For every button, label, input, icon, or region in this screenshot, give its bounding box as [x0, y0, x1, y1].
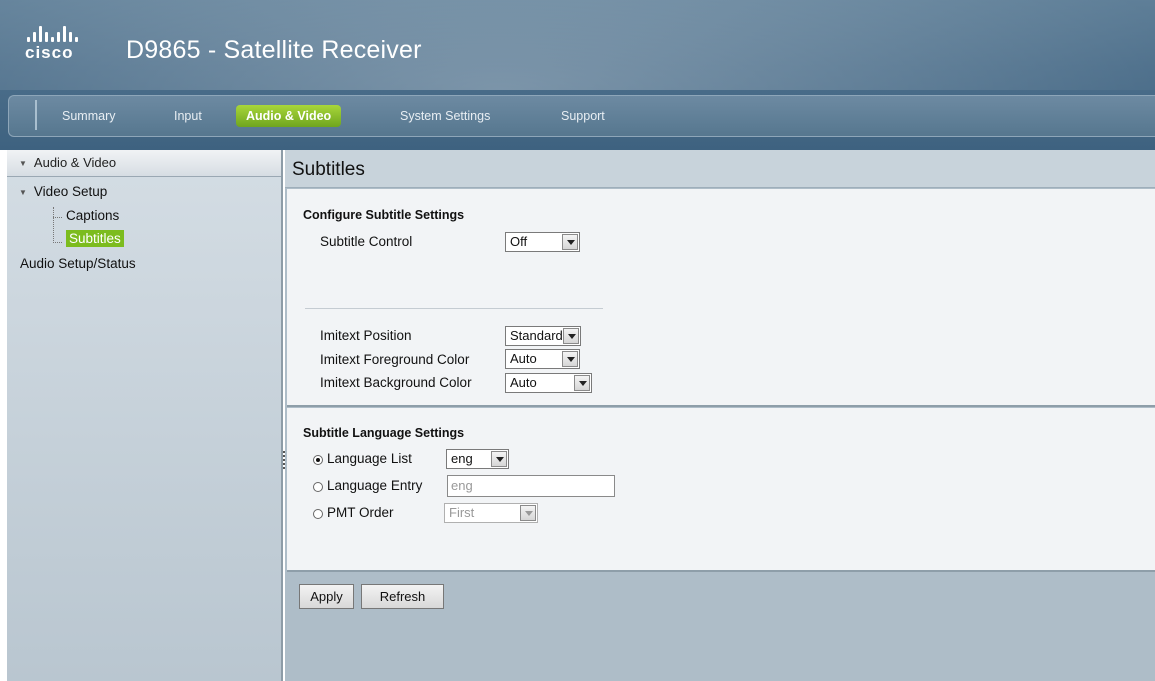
- language-entry-input[interactable]: eng: [447, 475, 615, 497]
- tree-connector: [53, 207, 54, 243]
- refresh-button[interactable]: Refresh: [361, 584, 444, 609]
- imitext-position-select[interactable]: Standard: [505, 326, 581, 346]
- sidebar-item-captions[interactable]: Captions: [66, 208, 119, 223]
- language-entry-radio[interactable]: [313, 482, 323, 492]
- imitext-background-label: Imitext Background Color: [320, 375, 472, 390]
- dropdown-arrow-icon: [563, 328, 579, 344]
- imitext-foreground-label: Imitext Foreground Color: [320, 352, 470, 367]
- pmt-order-radio[interactable]: [313, 509, 323, 519]
- triangle-down-icon: ▼: [19, 159, 27, 168]
- sidebar-item-label: Video Setup: [33, 184, 108, 199]
- sidebar-item-audio-setup[interactable]: Audio Setup/Status: [20, 256, 136, 271]
- sidebar-header-label: Audio & Video: [33, 155, 117, 170]
- pmt-order-label: PMT Order: [327, 505, 394, 520]
- apply-button[interactable]: Apply: [299, 584, 354, 609]
- sidebar-item-subtitles[interactable]: Subtitles: [66, 230, 124, 247]
- select-value: Off: [510, 234, 528, 249]
- configure-heading: Configure Subtitle Settings: [303, 208, 465, 222]
- main-panel: Subtitles Configure Subtitle Settings Su…: [285, 150, 1155, 681]
- language-entry-label: Language Entry: [327, 478, 423, 493]
- page-title: Subtitles: [292, 159, 365, 180]
- triangle-down-icon: ▼: [19, 188, 27, 197]
- language-section: Subtitle Language Settings Language List…: [287, 408, 1155, 572]
- tree-connector: [53, 242, 62, 243]
- page-title-bar: Subtitles: [285, 150, 1155, 188]
- divider: [305, 308, 603, 309]
- select-value: First: [449, 505, 475, 520]
- app-title: D9865 - Satellite Receiver: [126, 36, 422, 64]
- splitter-handle[interactable]: [283, 451, 287, 469]
- app-header: cisco D9865 - Satellite Receiver: [0, 0, 1155, 150]
- configure-section: Configure Subtitle Settings Subtitle Con…: [287, 189, 1155, 407]
- cisco-logo-icon: cisco: [25, 24, 78, 63]
- tab-support[interactable]: Support: [551, 105, 615, 127]
- tab-system-settings[interactable]: System Settings: [390, 105, 500, 127]
- imitext-background-select[interactable]: Auto: [505, 373, 592, 393]
- sidebar-header[interactable]: ▼ Audio & Video: [7, 150, 281, 177]
- select-value: Auto: [510, 351, 537, 366]
- dropdown-arrow-icon: [562, 234, 578, 250]
- select-value: Auto: [510, 375, 537, 390]
- tree-connector: [53, 217, 62, 218]
- subtitle-control-select[interactable]: Off: [505, 232, 580, 252]
- sidebar: ▼ Audio & Video: [7, 150, 283, 681]
- sidebar-item-label: Subtitles: [66, 230, 124, 247]
- dropdown-arrow-icon: [491, 451, 507, 467]
- language-list-select[interactable]: eng: [446, 449, 509, 469]
- language-list-radio[interactable]: [313, 455, 323, 465]
- select-value: eng: [451, 451, 473, 466]
- language-list-label: Language List: [327, 451, 412, 466]
- subtitle-control-label: Subtitle Control: [320, 234, 413, 249]
- select-value: Standard: [510, 328, 563, 343]
- sidebar-item-video-setup[interactable]: ▼ Video Setup: [19, 184, 107, 199]
- brand-name: cisco: [25, 43, 74, 62]
- tab-audio-video[interactable]: Audio & Video: [236, 105, 342, 127]
- language-heading: Subtitle Language Settings: [303, 426, 465, 440]
- pmt-order-select[interactable]: First: [444, 503, 538, 523]
- imitext-position-label: Imitext Position: [320, 328, 412, 343]
- dropdown-arrow-icon: [520, 505, 536, 521]
- tab-summary[interactable]: Summary: [52, 105, 125, 127]
- dropdown-arrow-icon: [574, 375, 590, 391]
- tab-input[interactable]: Input: [164, 105, 212, 127]
- dropdown-arrow-icon: [562, 351, 578, 367]
- imitext-foreground-select[interactable]: Auto: [505, 349, 580, 369]
